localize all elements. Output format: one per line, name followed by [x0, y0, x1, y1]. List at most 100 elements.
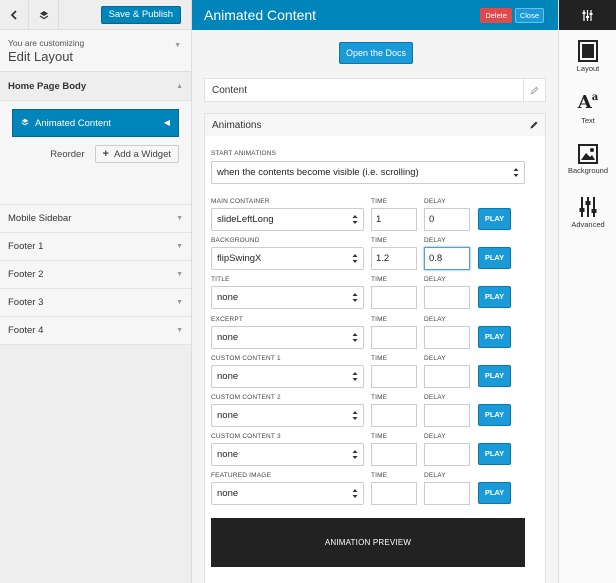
animations-panel-header[interactable]: Animations: [204, 113, 546, 137]
section-label: Footer 3: [8, 297, 44, 308]
delete-button[interactable]: Delete: [480, 8, 512, 23]
delay-label: Delay: [424, 237, 446, 244]
time-input[interactable]: 1: [371, 208, 417, 231]
select-arrows-icon: [513, 168, 519, 177]
time-label: Time: [371, 276, 388, 283]
delay-input[interactable]: [424, 482, 470, 505]
play-button[interactable]: PLAY: [478, 286, 511, 308]
section-mobile-sidebar[interactable]: Mobile Sidebar ▼: [0, 205, 191, 233]
toolbar-text[interactable]: Aa Text: [559, 92, 616, 125]
animation-select-value: none: [217, 410, 239, 421]
widget-actions: Reorder + Add a Widget: [12, 145, 179, 163]
delay-input[interactable]: [424, 443, 470, 466]
animation-select[interactable]: none: [211, 365, 364, 388]
sliders-icon: [579, 197, 597, 217]
toolbar-background-label: Background: [567, 166, 609, 175]
delay-label: Delay: [424, 276, 446, 283]
select-arrows-icon: [352, 333, 358, 342]
pencil-icon[interactable]: [523, 114, 545, 136]
delay-input[interactable]: 0.8: [424, 247, 470, 270]
play-button[interactable]: PLAY: [478, 443, 511, 465]
select-arrows-icon: [352, 450, 358, 459]
play-button[interactable]: PLAY: [478, 365, 511, 387]
animation-select-value: none: [217, 292, 239, 303]
section-home-page-body[interactable]: Home Page Body ▲: [0, 72, 191, 101]
animation-select[interactable]: none: [211, 404, 364, 427]
play-button[interactable]: PLAY: [478, 482, 511, 504]
select-arrows-icon: [352, 293, 358, 302]
animation-row-label: Custom Content 3: [211, 433, 281, 440]
section-label: Home Page Body: [8, 80, 87, 92]
select-arrows-icon: [352, 411, 358, 420]
toolbar-advanced[interactable]: Advanced: [559, 196, 616, 229]
chevron-up-icon: ▲: [176, 82, 183, 90]
animation-row-label: Custom Content 2: [211, 394, 281, 401]
animation-row-label: Custom Content 1: [211, 355, 281, 362]
text-icon: Aa: [577, 92, 599, 113]
section-footer-3[interactable]: Footer 3 ▼: [0, 289, 191, 317]
time-input[interactable]: [371, 482, 417, 505]
animation-select[interactable]: none: [211, 326, 364, 349]
play-button[interactable]: PLAY: [478, 208, 511, 230]
settings-toggle[interactable]: [559, 0, 616, 30]
widget-animated-content[interactable]: Animated Content ◀: [12, 109, 179, 137]
delay-label: Delay: [424, 433, 446, 440]
animation-select[interactable]: none: [211, 443, 364, 466]
add-widget-label: Add a Widget: [113, 148, 171, 160]
customizer-sidebar: Save & Publish You are customizing Edit …: [0, 0, 192, 583]
save-publish-button[interactable]: Save & Publish: [100, 6, 181, 24]
delay-input[interactable]: 0: [424, 208, 470, 231]
animation-select-value: none: [217, 449, 239, 460]
animation-select[interactable]: none: [211, 482, 364, 505]
animation-select-value: none: [217, 371, 239, 382]
time-label: Time: [371, 472, 388, 479]
section-list: Mobile Sidebar ▼ Footer 1 ▼ Footer 2 ▼ F…: [0, 205, 191, 345]
section-footer-1[interactable]: Footer 1 ▼: [0, 233, 191, 261]
play-button[interactable]: PLAY: [478, 326, 511, 348]
layout-icon: [578, 40, 598, 62]
collapse-button[interactable]: [30, 0, 59, 30]
animations-panel-body: Start Animations when the contents becom…: [204, 136, 546, 583]
chevron-down-icon[interactable]: ▼: [174, 42, 181, 49]
animation-select[interactable]: slideLeftLong: [211, 208, 364, 231]
chevron-down-icon: ▼: [176, 299, 183, 306]
time-input[interactable]: [371, 286, 417, 309]
time-input[interactable]: [371, 404, 417, 427]
time-input[interactable]: 1.2: [371, 247, 417, 270]
delay-input[interactable]: [424, 404, 470, 427]
time-input[interactable]: [371, 443, 417, 466]
section-label: Footer 4: [8, 325, 44, 336]
time-label: Time: [371, 316, 388, 323]
add-widget-button[interactable]: + Add a Widget: [94, 145, 179, 163]
delay-input[interactable]: [424, 286, 470, 309]
reorder-link[interactable]: Reorder: [50, 149, 84, 160]
animation-preview[interactable]: ANIMATION PREVIEW: [211, 518, 525, 567]
right-toolbar: Layout Aa Text Background Advanced: [558, 0, 616, 583]
animation-row-label: Main Container: [211, 198, 270, 205]
close-button[interactable]: Close: [514, 8, 544, 23]
animation-select[interactable]: flipSwingX: [211, 247, 364, 270]
start-animations-value: when the contents become visible (i.e. s…: [217, 167, 419, 178]
delay-input[interactable]: [424, 326, 470, 349]
time-input[interactable]: [371, 326, 417, 349]
toolbar-advanced-label: Advanced: [571, 220, 605, 229]
back-button[interactable]: [0, 0, 29, 30]
section-footer-4[interactable]: Footer 4 ▼: [0, 317, 191, 345]
toolbar-text-label: Text: [581, 116, 595, 125]
toolbar-background[interactable]: Background: [559, 144, 616, 175]
open-docs-button[interactable]: Open the Docs: [339, 42, 414, 64]
play-button[interactable]: PLAY: [478, 404, 511, 426]
animation-select[interactable]: none: [211, 286, 364, 309]
play-button[interactable]: PLAY: [478, 247, 511, 269]
time-input[interactable]: [371, 365, 417, 388]
pencil-icon[interactable]: [523, 79, 545, 101]
select-arrows-icon: [352, 254, 358, 263]
start-animations-select[interactable]: when the contents become visible (i.e. s…: [211, 161, 525, 184]
section-footer-2[interactable]: Footer 2 ▼: [0, 261, 191, 289]
delay-label: Delay: [424, 394, 446, 401]
section-label: Footer 2: [8, 269, 44, 280]
content-panel-header[interactable]: Content: [204, 78, 546, 102]
delay-input[interactable]: [424, 365, 470, 388]
toolbar-layout[interactable]: Layout: [559, 40, 616, 73]
animation-select-value: none: [217, 332, 239, 343]
